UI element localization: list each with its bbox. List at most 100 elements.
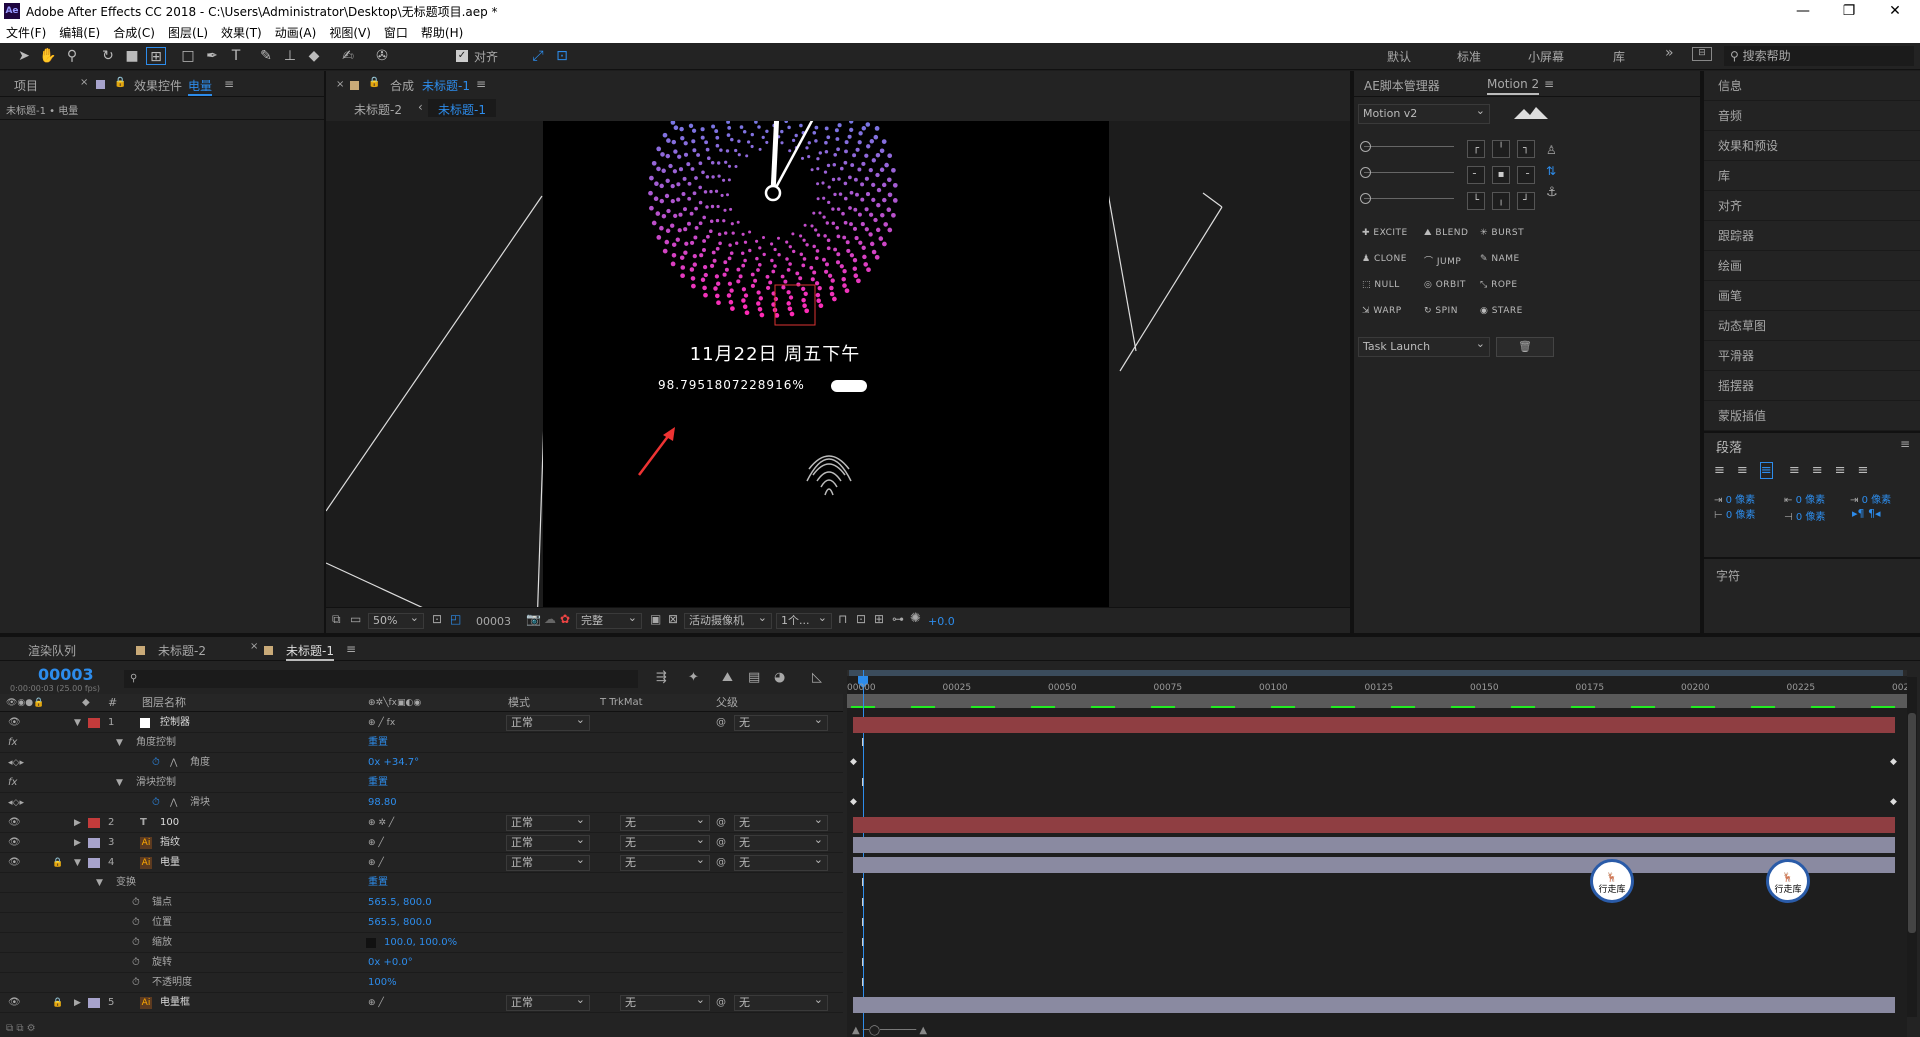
trkmat-header[interactable]: T TrkMat [600,694,643,712]
zoom-tool-icon[interactable]: ⚲ [62,47,82,65]
layer-name[interactable]: 100 [160,813,179,833]
pickwhip-icon[interactable]: @ [716,853,726,873]
panel-menu-icon[interactable]: ≡ [224,77,234,91]
mode-select[interactable]: 正常 [506,993,590,1011]
search-help-field[interactable]: ⚲ 搜索帮助 [1724,46,1914,66]
workspace-small-screen[interactable]: 小屏幕 [1528,48,1564,65]
clone-button[interactable]: ♟ CLONE [1362,254,1407,264]
excite-slider-3[interactable] [1364,198,1454,199]
indent-first[interactable]: ⇤ 0 像素 [1784,491,1825,506]
graph-icon[interactable]: ⋀ [170,753,177,773]
layer-bar-5[interactable] [853,997,1895,1013]
excite-slider-2[interactable] [1364,172,1454,173]
frame-blend-icon[interactable]: ▤ [748,670,760,685]
pin-icon[interactable]: ♙ [1546,143,1557,157]
type-tool-icon[interactable]: T [226,47,246,65]
fx-icon[interactable]: fx [8,773,17,793]
keyframe-diamond[interactable]: ◆ [850,797,857,807]
menu-help[interactable]: 帮助(H) [421,24,463,41]
motion-menu-icon[interactable]: ≡ [1544,77,1554,91]
collapse-triangle-icon[interactable]: ▶ [74,813,81,833]
pickwhip-icon[interactable]: @ [716,993,726,1013]
anchor-center[interactable]: ▪ [1492,166,1510,184]
visibility-eye-icon[interactable]: 👁 [8,813,21,833]
flowchart-icon[interactable]: ⊶ [892,612,904,626]
visibility-eye-icon[interactable]: 👁 [8,993,21,1013]
workspace-panel-icon[interactable]: ⊟ [1692,47,1712,61]
property-value[interactable]: 0x +34.7° [368,753,419,773]
reset-link[interactable]: 重置 [368,733,388,753]
always-preview-icon[interactable]: ⧉ [332,612,341,627]
slider-1-handle[interactable] [1360,141,1371,152]
layer-row-2[interactable]: 👁 ▶ 2 T 100 ⊕ ✲ ╱ 正常 无 @ 无 [0,813,843,833]
menu-animation[interactable]: 动画(A) [275,24,317,41]
menu-effect[interactable]: 效果(T) [221,24,262,41]
draft-3d-icon[interactable]: ✦ [688,670,699,685]
keyframe-diamond[interactable]: ◆ [850,757,857,767]
show-snapshot-icon[interactable]: ☁ [544,612,556,626]
panel-smoother[interactable]: 平滑器 [1704,341,1920,371]
switches-icon[interactable]: ⊕ ╱ [368,993,384,1013]
flow-comp-1[interactable]: 未标题-1 [428,99,496,117]
hand-tool-icon[interactable]: ✋ [38,47,58,65]
mode-select[interactable]: 正常 [506,853,590,871]
lock-icon[interactable]: 🔒 [52,993,63,1013]
time-ruler[interactable]: 00000 00025 00050 00075 00100 00125 00150 00175… [847,683,1915,699]
pickwhip-icon[interactable]: @ [716,833,726,853]
stopwatch-icon[interactable]: ⏱ [132,933,140,953]
fit-icon[interactable]: ⊡ [432,612,442,626]
brush-tool-icon[interactable]: ✎ [256,47,276,65]
align-checkbox[interactable]: ✓ [456,50,468,62]
name-button[interactable]: ✎ NAME [1480,254,1520,264]
clone-stamp-tool-icon[interactable]: ⊥ [280,47,300,65]
timeline-menu-icon[interactable]: ≡ [346,642,356,656]
region-icon[interactable]: ◰ [450,612,461,626]
menu-edit[interactable]: 编辑(E) [59,24,100,41]
viewer-timecode[interactable]: 00003 [476,615,511,628]
expand-triangle-icon[interactable]: ▼ [74,713,81,733]
stopwatch-icon[interactable]: ⏱ [132,953,140,973]
mode-header[interactable]: 模式 [508,694,530,712]
paragraph-menu-icon[interactable]: ≡ [1900,437,1910,451]
graph-editor-icon[interactable]: ◺ [812,670,822,685]
anchor-right[interactable]: ╶ [1517,166,1535,184]
property-value[interactable]: 98.80 [368,793,397,813]
anchor-icon[interactable]: ⚓ [1546,185,1558,200]
layer-row-5[interactable]: 👁 🔒 ▶ 5 Ai 电量框 ⊕ ╱ 正常 无 @ 无 [0,993,843,1013]
character-title[interactable]: 字符 [1716,567,1740,584]
label-color[interactable] [88,838,100,848]
fast-preview-icon[interactable]: ⊞ [874,612,884,626]
visibility-eye-icon[interactable]: 👁 [8,853,21,873]
rotate-tool-icon[interactable]: ↻ [98,47,118,65]
panel-mask-interpolation[interactable]: 蒙版插值 [1704,401,1920,431]
maximize-button[interactable]: ❐ [1826,0,1872,22]
reset-link[interactable]: 重置 [368,773,388,793]
expand-triangle-icon[interactable]: ▼ [96,873,103,893]
property-value[interactable]: 565.5, 800.0 [368,893,432,913]
slider-3-handle[interactable] [1360,193,1371,204]
comp-tab-name[interactable]: 未标题-1 [422,77,470,94]
orbit-button[interactable]: ◎ ORBIT [1424,280,1466,290]
stopwatch-icon[interactable]: ⏱ [132,973,140,993]
zoom-slider[interactable]: ▲ ─◯────── ▲ [852,1025,927,1036]
anchor-bottom[interactable]: ╷ [1492,192,1510,210]
collapse-triangle-icon[interactable]: ▶ [74,833,81,853]
layer-name[interactable]: 控制器 [160,713,190,733]
close-comp-icon[interactable]: × [336,79,344,90]
menu-file[interactable]: 文件(F) [6,24,46,41]
puppet-tool-icon[interactable]: ✇ [372,47,392,65]
anchor-bottom-left[interactable]: └ [1467,192,1485,210]
tab-comp-2[interactable]: 未标题-2 [158,642,206,659]
layer-bar-2[interactable] [853,817,1895,833]
label-color[interactable] [88,998,100,1008]
visibility-eye-icon[interactable]: 👁 [8,833,21,853]
anchor-top[interactable]: ╵ [1492,140,1510,158]
menu-layer[interactable]: 图层(L) [168,24,208,41]
label-color[interactable] [88,818,100,828]
pickwhip-icon[interactable]: @ [716,813,726,833]
panel-wiggler[interactable]: 摇摆器 [1704,371,1920,401]
panel-libraries[interactable]: 库 [1704,161,1920,191]
property-value[interactable]: 100% [368,973,397,993]
panel-align[interactable]: 对齐 [1704,191,1920,221]
scroll-thumb[interactable] [1908,713,1916,933]
